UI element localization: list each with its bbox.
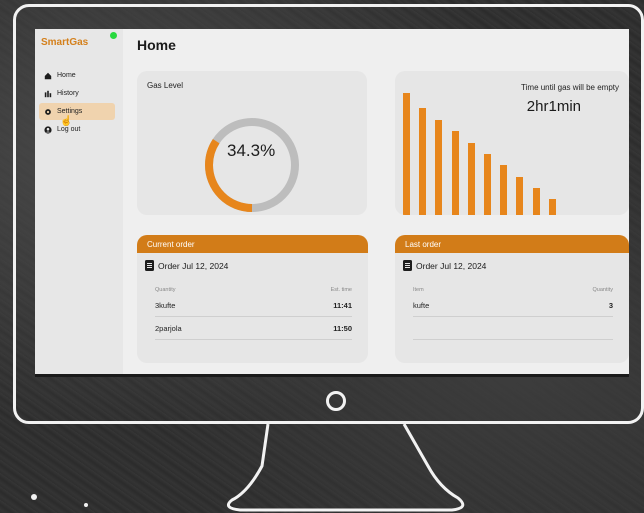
current-order-card: Current order Order Jul 12, 2024 Quantit… — [137, 235, 368, 363]
gas-depletion-bar — [467, 143, 475, 215]
gas-depletion-bar — [451, 130, 459, 215]
column-header-est-time: Est. time — [330, 287, 352, 293]
row-item: kufte — [413, 301, 430, 310]
sidebar: SmartGas Home History Settings Log out ☝ — [35, 29, 123, 374]
sidebar-item-home[interactable]: Home — [39, 67, 115, 84]
document-icon — [403, 260, 412, 271]
gas-depletion-bar — [435, 119, 443, 215]
sidebar-item-history[interactable]: History — [39, 85, 115, 102]
row-est-time: 11:50 — [333, 324, 352, 333]
last-order-header: Last order — [395, 235, 629, 253]
row-quantity: 3 — [608, 301, 613, 310]
gas-level-card: Gas Level 34.3% — [137, 71, 367, 215]
sidebar-item-label: Settings — [57, 108, 83, 115]
gas-depletion-bar — [484, 154, 491, 215]
table-row — [413, 318, 613, 340]
last-order-card: Last order Order Jul 12, 2024 Item Quant… — [395, 235, 629, 363]
column-header-quantity: Quantity — [155, 287, 176, 293]
page-title: Home — [137, 37, 176, 53]
current-order-title: Order Jul 12, 2024 — [145, 260, 228, 271]
sidebar-item-label: History — [57, 90, 79, 97]
sidebar-item-label: Log out — [57, 126, 81, 133]
row-quantity: 2parjola — [155, 324, 182, 333]
row-quantity: 3kufte — [155, 301, 176, 310]
sidebar-item-logout[interactable]: Log out — [39, 121, 115, 138]
gas-depletion-bar — [419, 107, 427, 215]
history-icon — [44, 90, 52, 97]
brand-logo[interactable]: SmartGas — [41, 37, 88, 48]
row-est-time: 11:41 — [333, 301, 352, 310]
status-indicator — [110, 32, 117, 39]
table-row: kufte 3 — [413, 295, 613, 317]
gas-level-value: 34.3% — [227, 141, 276, 160]
gas-depletion-bar — [403, 93, 410, 215]
gas-depletion-bars — [395, 93, 629, 215]
gas-depletion-bar — [500, 164, 508, 215]
table-row: 3kufte 11:41 — [155, 295, 352, 317]
sidebar-item-label: Home — [57, 72, 76, 79]
column-header-item: Item — [413, 287, 424, 293]
last-order-title-text: Order Jul 12, 2024 — [416, 260, 487, 271]
chalk-dot — [84, 503, 88, 507]
column-header-quantity: Quantity — [592, 287, 613, 293]
gas-depletion-bar — [532, 188, 540, 215]
mouse-cursor-icon: ☝ — [60, 116, 73, 127]
gear-icon — [45, 108, 51, 115]
time-until-empty-card: Time until gas will be empty 2hr1min — [395, 71, 629, 215]
user-icon — [44, 125, 52, 134]
document-icon — [145, 260, 154, 271]
gas-depletion-bar — [548, 199, 556, 215]
chalk-dot — [31, 494, 37, 500]
table-row: 2parjola 11:50 — [155, 318, 352, 340]
time-until-empty-label: Time until gas will be empty — [521, 83, 619, 92]
main-content: Home Gas Level 34.3% Time until gas will… — [123, 29, 629, 374]
home-icon — [44, 72, 52, 79]
last-order-title: Order Jul 12, 2024 — [403, 260, 486, 271]
current-order-header: Current order — [137, 235, 368, 253]
app-screen: SmartGas Home History Settings Log out ☝… — [35, 29, 629, 377]
current-order-title-text: Order Jul 12, 2024 — [158, 260, 229, 271]
gas-depletion-bar — [516, 177, 524, 215]
sidebar-item-settings[interactable]: Settings — [39, 103, 115, 120]
